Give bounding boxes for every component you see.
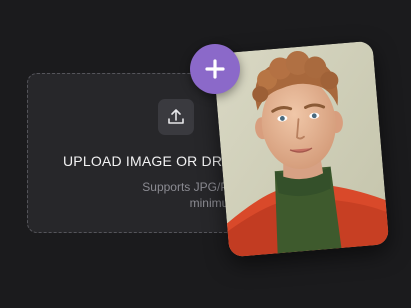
add-image-button[interactable] (190, 44, 240, 94)
upload-title: UPLOAD IMAGE OR DRA (63, 153, 232, 169)
upload-icon (168, 109, 184, 124)
plus-icon (205, 59, 225, 79)
upload-button[interactable] (158, 99, 194, 135)
